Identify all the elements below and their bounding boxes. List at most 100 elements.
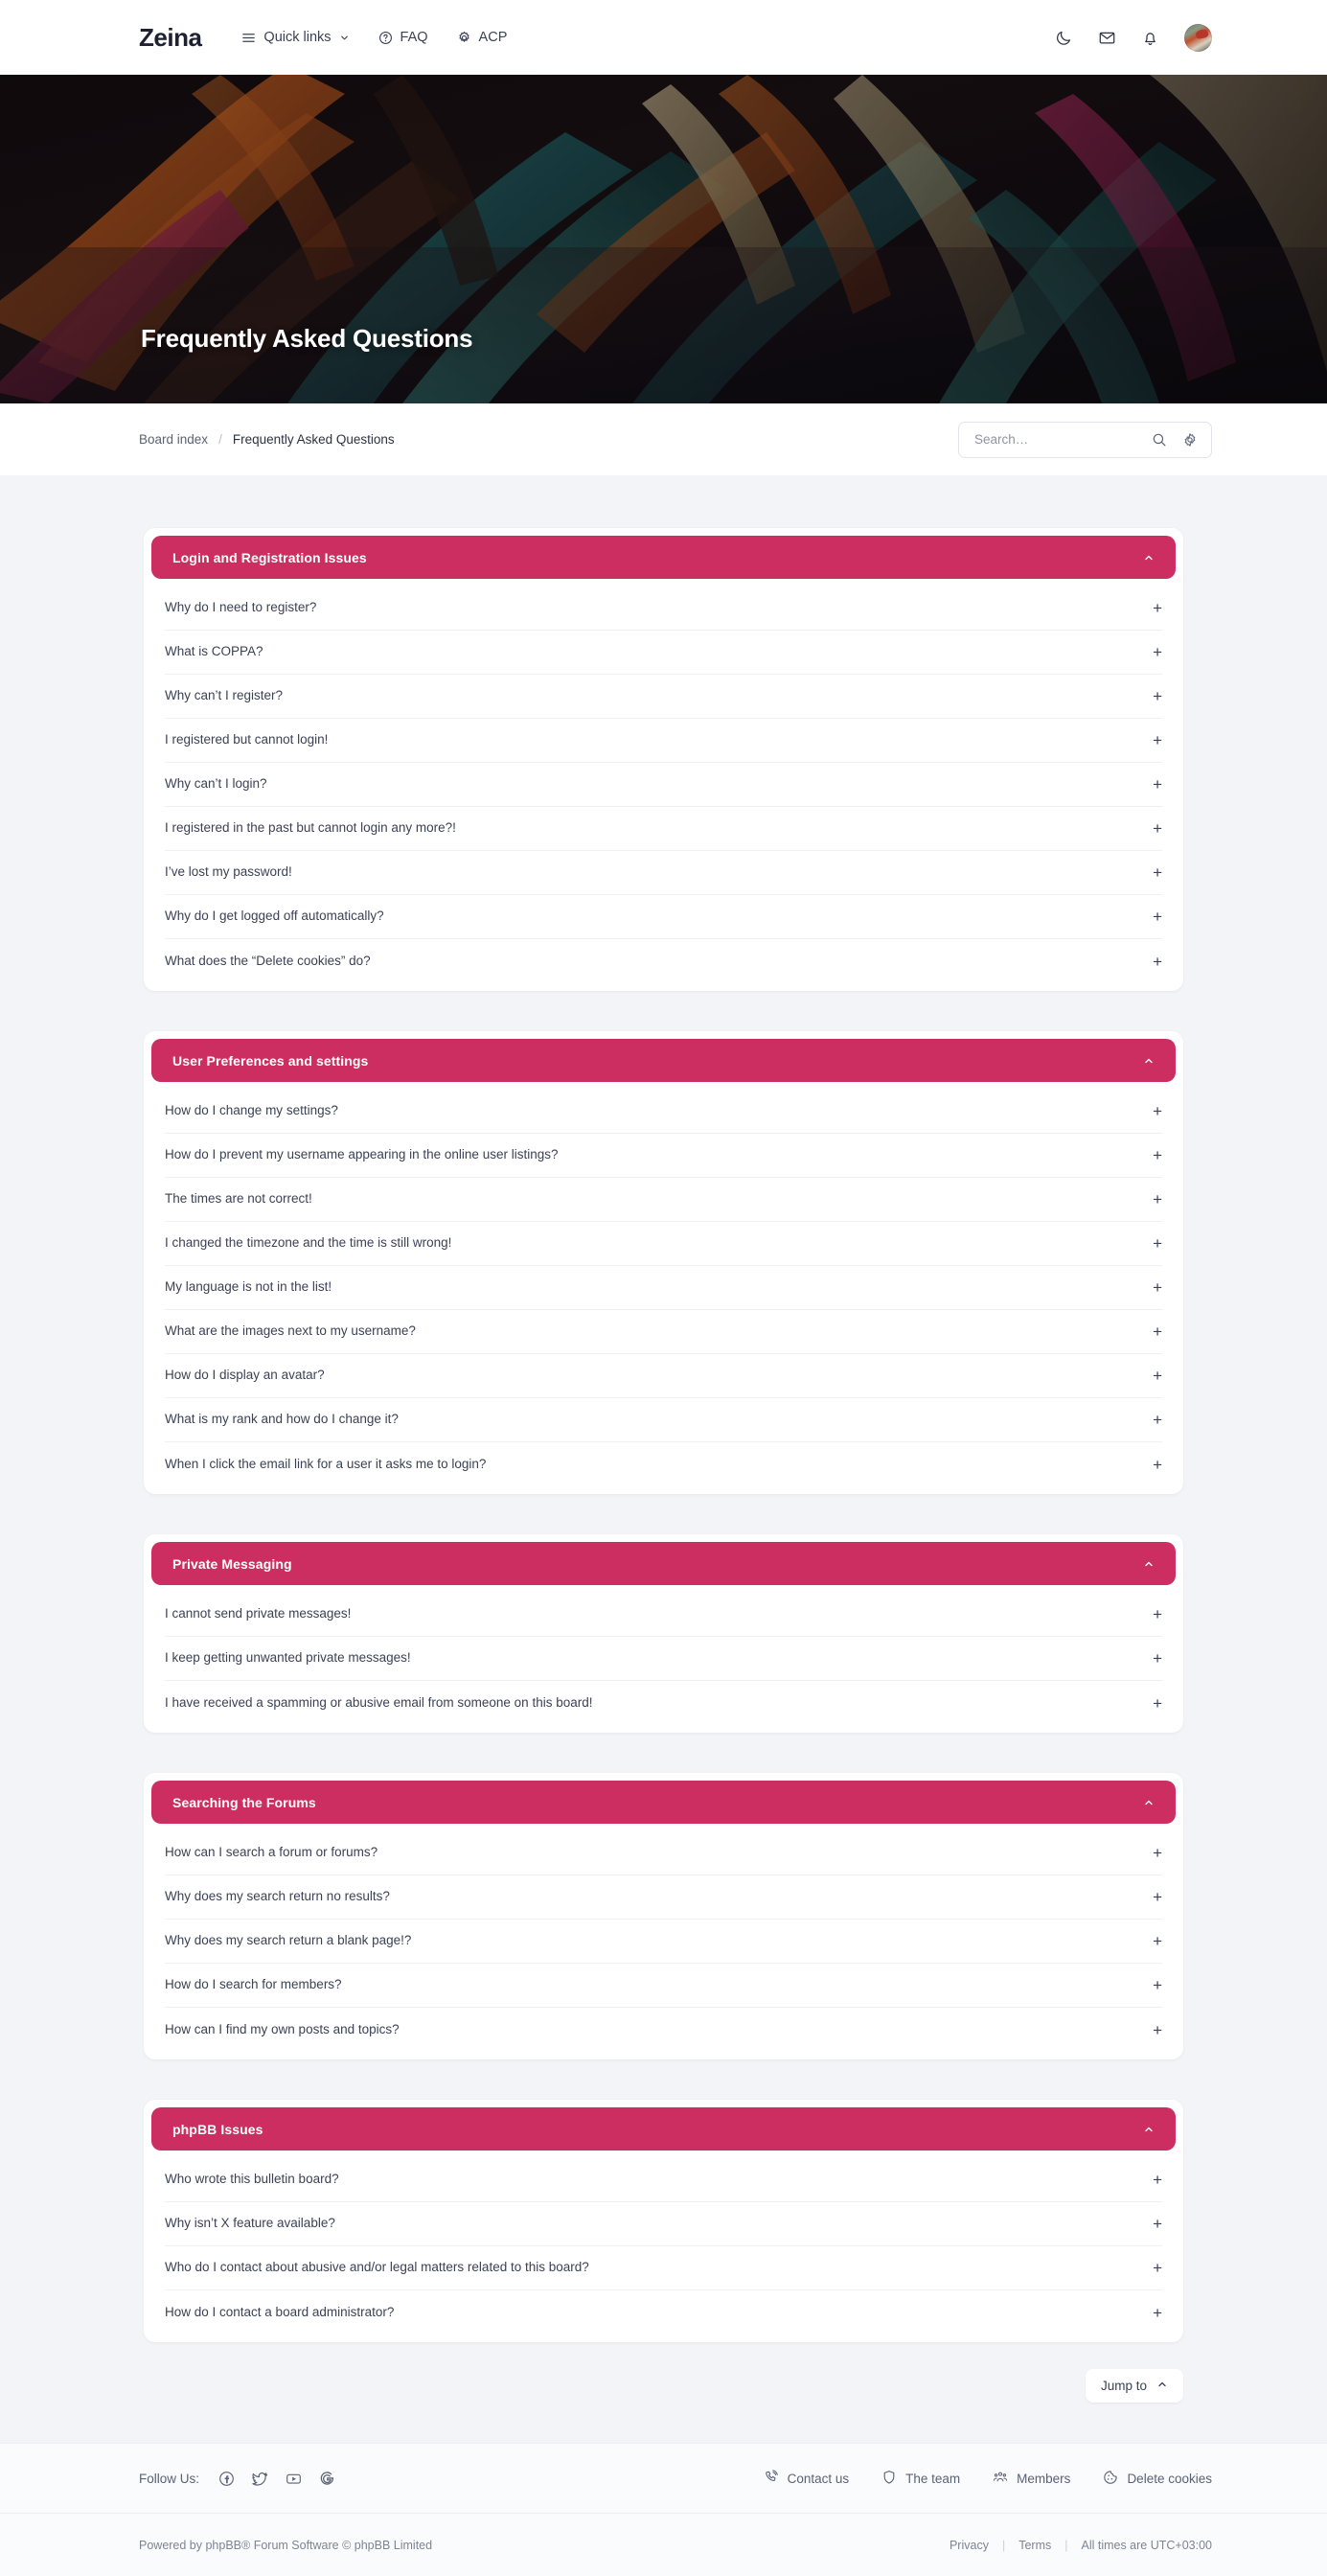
chevron-up-icon[interactable]: [1143, 552, 1155, 564]
faq-question-row[interactable]: How do I search for members? +: [165, 1964, 1162, 2008]
faq-question-row[interactable]: How do I prevent my username appearing i…: [165, 1134, 1162, 1178]
faq-question-row[interactable]: Why does my search return a blank page!?…: [165, 1920, 1162, 1964]
messages-envelope-icon[interactable]: [1098, 29, 1116, 47]
faq-question-row[interactable]: What are the images next to my username?…: [165, 1310, 1162, 1354]
expand-plus-icon[interactable]: +: [1133, 1457, 1162, 1473]
nav-item-faq[interactable]: FAQ: [378, 30, 428, 45]
footer-link-contact-us[interactable]: Contact us: [764, 2469, 849, 2488]
nav-item-acp[interactable]: ACP: [457, 30, 507, 45]
faq-question-row[interactable]: Why can’t I login? +: [165, 763, 1162, 807]
search-icon[interactable]: [1144, 432, 1175, 448]
faq-question-row[interactable]: When I click the email link for a user i…: [165, 1442, 1162, 1486]
faq-question-text: I cannot send private messages!: [165, 1606, 352, 1622]
expand-plus-icon[interactable]: +: [1133, 1368, 1162, 1384]
faq-question-row[interactable]: The times are not correct! +: [165, 1178, 1162, 1222]
privacy-link[interactable]: Privacy: [936, 2539, 1002, 2552]
faq-question-row[interactable]: Who do I contact about abusive and/or le…: [165, 2246, 1162, 2290]
faq-question-row[interactable]: What is my rank and how do I change it? +: [165, 1398, 1162, 1442]
faq-question-row[interactable]: How do I display an avatar? +: [165, 1354, 1162, 1398]
faq-question-row[interactable]: Why do I need to register? +: [165, 586, 1162, 631]
expand-plus-icon[interactable]: +: [1133, 1650, 1162, 1667]
expand-plus-icon[interactable]: +: [1133, 2260, 1162, 2276]
footer-link-delete-cookies[interactable]: Delete cookies: [1103, 2470, 1212, 2488]
faq-question-row[interactable]: I have received a spamming or abusive em…: [165, 1681, 1162, 1725]
hamburger-icon: [241, 31, 256, 45]
faq-question-row[interactable]: Why do I get logged off automatically? +: [165, 895, 1162, 939]
faq-section-header[interactable]: Searching the Forums: [151, 1781, 1176, 1824]
expand-plus-icon[interactable]: +: [1133, 820, 1162, 837]
chevron-up-icon[interactable]: [1143, 1558, 1155, 1570]
chevron-up-icon[interactable]: [1143, 2124, 1155, 2135]
faq-question-row[interactable]: What is COPPA? +: [165, 631, 1162, 675]
dark-mode-moon-icon[interactable]: [1055, 29, 1073, 47]
chevron-up-icon[interactable]: [1143, 1797, 1155, 1808]
expand-plus-icon[interactable]: +: [1133, 908, 1162, 925]
jump-to-button[interactable]: Jump to: [1085, 2369, 1183, 2403]
site-logo[interactable]: Zeina: [139, 23, 202, 53]
expand-plus-icon[interactable]: +: [1133, 644, 1162, 660]
faq-question-text: Why do I need to register?: [165, 600, 317, 615]
faq-section-header[interactable]: Login and Registration Issues: [151, 536, 1176, 579]
breadcrumb-board-index[interactable]: Board index: [139, 432, 208, 447]
expand-plus-icon[interactable]: +: [1133, 1606, 1162, 1622]
breadcrumb: Board index / Frequently Asked Questions: [139, 432, 395, 447]
footer-link-the-team[interactable]: The team: [881, 2470, 960, 2488]
expand-plus-icon[interactable]: +: [1133, 1279, 1162, 1296]
terms-link[interactable]: Terms: [1005, 2539, 1064, 2552]
faq-question-row[interactable]: How can I find my own posts and topics? +: [165, 2008, 1162, 2052]
faq-question-row[interactable]: How do I contact a board administrator? +: [165, 2290, 1162, 2334]
faq-section-header[interactable]: User Preferences and settings: [151, 1039, 1176, 1082]
faq-question-row[interactable]: Why isn’t X feature available? +: [165, 2202, 1162, 2246]
faq-question-row[interactable]: My language is not in the list! +: [165, 1266, 1162, 1310]
faq-question-row[interactable]: Why does my search return no results? +: [165, 1875, 1162, 1920]
faq-question-row[interactable]: I registered but cannot login! +: [165, 719, 1162, 763]
faq-question-row[interactable]: Who wrote this bulletin board? +: [165, 2158, 1162, 2202]
faq-section-header[interactable]: Private Messaging: [151, 1542, 1176, 1585]
nav-item-quick-links[interactable]: Quick links: [241, 30, 349, 45]
expand-plus-icon[interactable]: +: [1133, 776, 1162, 793]
expand-plus-icon[interactable]: +: [1133, 688, 1162, 704]
twitter-icon[interactable]: [252, 2471, 268, 2487]
chevron-up-icon[interactable]: [1143, 1055, 1155, 1067]
expand-plus-icon[interactable]: +: [1133, 1889, 1162, 1905]
faq-question-row[interactable]: I registered in the past but cannot logi…: [165, 807, 1162, 851]
notifications-bell-icon[interactable]: [1141, 29, 1159, 47]
expand-plus-icon[interactable]: +: [1133, 2022, 1162, 2038]
faq-question-row[interactable]: I changed the timezone and the time is s…: [165, 1222, 1162, 1266]
faq-question-row[interactable]: I’ve lost my password! +: [165, 851, 1162, 895]
expand-plus-icon[interactable]: +: [1133, 2172, 1162, 2188]
faq-question-list: Who wrote this bulletin board? + Why isn’t…: [144, 2158, 1183, 2334]
faq-question-row[interactable]: I keep getting unwanted private messages…: [165, 1637, 1162, 1681]
expand-plus-icon[interactable]: +: [1133, 1933, 1162, 1949]
youtube-icon[interactable]: [286, 2471, 302, 2487]
faq-question-row[interactable]: Why can’t I register? +: [165, 675, 1162, 719]
google-icon[interactable]: [319, 2471, 335, 2487]
expand-plus-icon[interactable]: +: [1133, 864, 1162, 881]
expand-plus-icon[interactable]: +: [1133, 1191, 1162, 1208]
expand-plus-icon[interactable]: +: [1133, 1695, 1162, 1712]
expand-plus-icon[interactable]: +: [1133, 600, 1162, 616]
expand-plus-icon[interactable]: +: [1133, 2305, 1162, 2321]
user-avatar[interactable]: [1184, 23, 1212, 52]
advanced-search-gear-icon[interactable]: [1175, 432, 1205, 448]
faq-question-row[interactable]: I cannot send private messages! +: [165, 1593, 1162, 1637]
facebook-icon[interactable]: [218, 2471, 235, 2487]
faq-section-header[interactable]: phpBB Issues: [151, 2107, 1176, 2150]
expand-plus-icon[interactable]: +: [1133, 1103, 1162, 1119]
faq-question-text: What does the “Delete cookies” do?: [165, 953, 371, 968]
search-input[interactable]: [974, 432, 1144, 447]
expand-plus-icon[interactable]: +: [1133, 1412, 1162, 1428]
faq-question-row[interactable]: What does the “Delete cookies” do? +: [165, 939, 1162, 983]
expand-plus-icon[interactable]: +: [1133, 732, 1162, 748]
faq-question-row[interactable]: How do I change my settings? +: [165, 1090, 1162, 1134]
footer-link-members[interactable]: Members: [993, 2470, 1070, 2488]
expand-plus-icon[interactable]: +: [1133, 1845, 1162, 1861]
search-box[interactable]: [958, 421, 1212, 458]
expand-plus-icon[interactable]: +: [1133, 1323, 1162, 1340]
expand-plus-icon[interactable]: +: [1133, 2216, 1162, 2232]
expand-plus-icon[interactable]: +: [1133, 954, 1162, 970]
expand-plus-icon[interactable]: +: [1133, 1235, 1162, 1252]
faq-question-row[interactable]: How can I search a forum or forums? +: [165, 1831, 1162, 1875]
expand-plus-icon[interactable]: +: [1133, 1977, 1162, 1993]
expand-plus-icon[interactable]: +: [1133, 1147, 1162, 1163]
